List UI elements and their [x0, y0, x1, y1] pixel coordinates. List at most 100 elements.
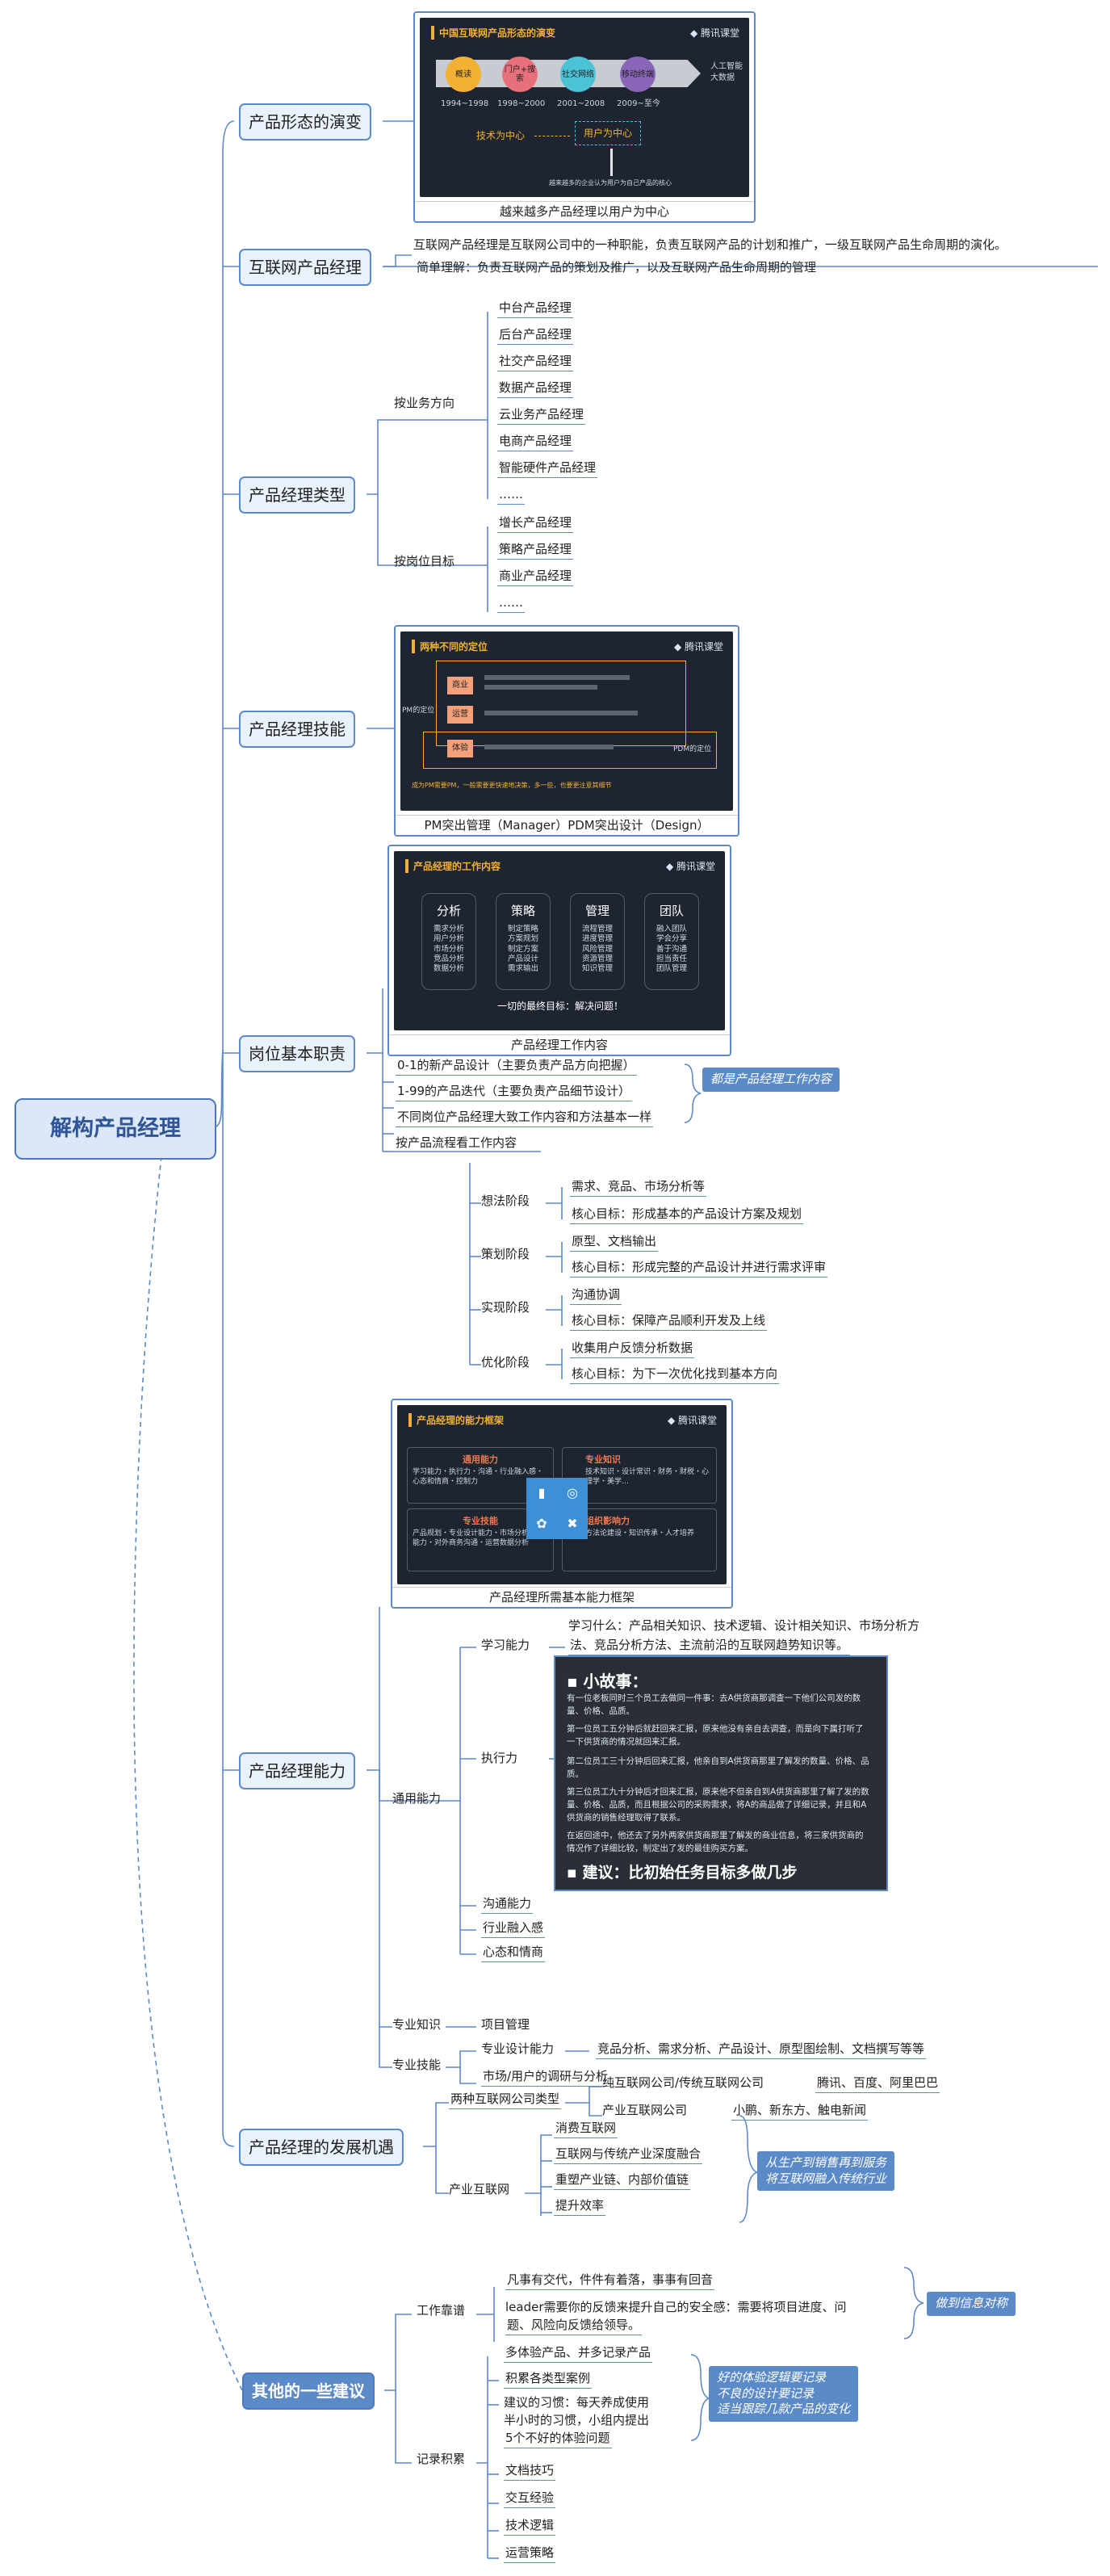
- branch-product-evolution[interactable]: 产品形态的演变: [239, 103, 371, 141]
- industry[interactable]: 行业融入感: [481, 1920, 546, 1938]
- type-item[interactable]: ……: [497, 595, 525, 613]
- duty-goal: 一切的最终目标：解决问题！: [497, 1001, 624, 1012]
- type-item[interactable]: 后台产品经理: [497, 327, 574, 345]
- industrial-company[interactable]: 产业互联网公司: [602, 2103, 687, 2118]
- learning-desc[interactable]: 学习什么：产品相关知识、技术逻辑、设计相关知识、市场分析方: [568, 1618, 919, 1634]
- branch-duties[interactable]: 岗位基本职责: [239, 1035, 355, 1072]
- stage-detail[interactable]: 收集用户反馈分析数据: [570, 1340, 695, 1358]
- opportunity-item[interactable]: 消费互联网: [554, 2121, 618, 2138]
- learning-ability[interactable]: 学习能力: [481, 1638, 530, 1653]
- execution-ability[interactable]: 执行力: [481, 1751, 517, 1766]
- opportunity-item[interactable]: 互联网与传统产业深度融合: [554, 2146, 703, 2164]
- pdm-label: PDM的定位: [673, 745, 712, 753]
- by-goal[interactable]: 按岗位目标: [394, 554, 454, 569]
- tech-center-label: 技术为中心: [476, 130, 526, 141]
- iteration[interactable]: 1-99的产品迭代（主要负责产品细节设计）: [396, 1084, 633, 1101]
- record-item[interactable]: 交互经验: [504, 2490, 556, 2508]
- record-item[interactable]: 积累各类型案例: [504, 2371, 593, 2389]
- opportunity-item[interactable]: 重塑产业链、内部价值链: [554, 2172, 691, 2190]
- industrial-examples[interactable]: 小鹏、新东方、触电新闻: [731, 2103, 869, 2121]
- design-ability[interactable]: 专业设计能力: [481, 2041, 554, 2057]
- stage-name[interactable]: 实现阶段: [481, 1300, 530, 1315]
- different-roles[interactable]: 不同岗位产品经理大致工作内容和方法基本一样: [396, 1110, 654, 1127]
- duties-callout[interactable]: 都是产品经理工作内容: [702, 1068, 840, 1092]
- evolution-image: 中国互联网产品形态的演变 ◆ 腾讯课堂 概读 门户+搜索 社交网络 移动终端 1…: [413, 11, 756, 223]
- user-center-label: 用户为中心: [575, 121, 642, 146]
- slide-title: 中国互联网产品形态的演变: [431, 26, 555, 40]
- branch-internet-pm[interactable]: 互联网产品经理: [239, 249, 371, 286]
- stage-detail[interactable]: 沟通协调: [570, 1287, 622, 1305]
- pure-internet[interactable]: 纯互联网公司/传统互联网公司: [602, 2075, 764, 2091]
- branch-abilities[interactable]: 产品经理能力: [239, 1752, 355, 1789]
- type-item[interactable]: 增长产品经理: [497, 515, 574, 533]
- duty-card: 策略 制定策略 方案规划 制定方案 产品设计 需求输出: [496, 893, 551, 990]
- year-label: 2001~2008: [557, 99, 605, 108]
- record-item[interactable]: 建议的习惯：每天养成使用: [504, 2395, 649, 2410]
- type-item[interactable]: 中台产品经理: [497, 300, 574, 318]
- row-label: 体验: [447, 740, 473, 757]
- brand-logo: ◆ 腾讯课堂: [689, 27, 739, 39]
- bottom-note: 越来越多的企业认为用户为自己产品的核心: [549, 179, 672, 187]
- chart-icon: ▮: [538, 1485, 546, 1500]
- mindset[interactable]: 心态和情商: [481, 1945, 546, 1962]
- stage-detail[interactable]: 需求、竞品、市场分析等: [570, 1179, 707, 1197]
- stage-name[interactable]: 优化阶段: [481, 1355, 530, 1370]
- type-item[interactable]: 云业务产品经理: [497, 407, 586, 425]
- opportunity-item[interactable]: 提升效率: [554, 2198, 606, 2216]
- stage-detail[interactable]: 原型、文档输出: [570, 1234, 659, 1252]
- duty-card: 分析 需求分析 用户分析 市场分析 竞品分析 数据分析: [421, 893, 476, 990]
- pro-skills[interactable]: 专业技能: [392, 2058, 441, 2073]
- two-types[interactable]: 两种互联网公司类型: [449, 2091, 562, 2109]
- type-item[interactable]: 数据产品经理: [497, 380, 574, 398]
- record-item[interactable]: 半小时的习惯，小组内提出: [504, 2413, 649, 2428]
- record-item[interactable]: 5个不好的体验问题: [504, 2431, 612, 2448]
- work-reliable[interactable]: 工作靠谱: [417, 2303, 465, 2318]
- stage-name[interactable]: 想法阶段: [481, 1194, 530, 1209]
- skills-image: 两种不同的定位 ◆ 腾讯课堂 商业 运营 体验 PM的定位 PDM的定位 成为P…: [394, 625, 739, 837]
- branch-pm-skills[interactable]: 产品经理技能: [239, 711, 355, 748]
- work-callout[interactable]: 做到信息对称: [927, 2292, 1016, 2316]
- record-item[interactable]: 多体验产品、并多记录产品: [504, 2345, 653, 2363]
- by-business[interactable]: 按业务方向: [394, 396, 454, 411]
- pm-definition[interactable]: 互联网产品经理是互联网公司中的一种职能，负责互联网产品的计划和推广，一级互联网产…: [413, 237, 1007, 253]
- market-research[interactable]: 市场/用户的调研与分析: [481, 2069, 610, 2087]
- record-accumulate[interactable]: 记录积累: [417, 2452, 465, 2467]
- stage-goal[interactable]: 核心目标：保障产品顺利开发及上线: [570, 1313, 768, 1331]
- by-process[interactable]: 按产品流程看工作内容: [396, 1135, 517, 1151]
- project-management[interactable]: 项目管理: [481, 2017, 530, 2033]
- stage-name[interactable]: 策划阶段: [481, 1247, 530, 1262]
- learning-desc[interactable]: 法、竞品分析方法、主流前沿的互联网趋势知识等。: [568, 1638, 851, 1655]
- industrial-internet[interactable]: 产业互联网: [449, 2182, 509, 2197]
- type-item[interactable]: 商业产品经理: [497, 568, 574, 586]
- general-ability[interactable]: 通用能力: [392, 1791, 441, 1806]
- type-item[interactable]: 电商产品经理: [497, 434, 574, 451]
- branch-advice[interactable]: 其他的一些建议: [242, 2373, 375, 2410]
- stage-circle: 移动终端: [620, 57, 656, 92]
- stage-goal[interactable]: 核心目标：形成基本的产品设计方案及规划: [570, 1206, 804, 1224]
- opportunity-callout[interactable]: 从生产到销售再到服务 将互联网融入传统行业: [757, 2151, 895, 2191]
- record-callout[interactable]: 好的体验逻辑要记录 不良的设计要记录 适当跟踪几款产品的变化: [709, 2366, 859, 2422]
- type-item[interactable]: 策略产品经理: [497, 542, 574, 560]
- design-desc[interactable]: 竞品分析、需求分析、产品设计、原型图绘制、文档撰写等等: [596, 2041, 927, 2059]
- root-node[interactable]: 解构产品经理: [15, 1098, 216, 1160]
- new-design[interactable]: 0-1的新产品设计（主要负责产品方向把握）: [396, 1058, 637, 1076]
- record-item[interactable]: 技术逻辑: [504, 2518, 556, 2536]
- work-item[interactable]: 题、风险向反馈给领导。: [505, 2318, 643, 2335]
- branch-pm-types[interactable]: 产品经理类型: [239, 476, 355, 514]
- branch-opportunities[interactable]: 产品经理的发展机遇: [239, 2129, 404, 2166]
- record-item[interactable]: 运营策略: [504, 2545, 556, 2563]
- pm-simple[interactable]: 简单理解：负责互联网产品的策划及推广，以及互联网产品生命周期的管理: [417, 260, 816, 275]
- work-item[interactable]: leader需要你的反馈来提升自己的安全感：需要将项目进度、问: [505, 2300, 847, 2315]
- type-item[interactable]: 智能硬件产品经理: [497, 460, 598, 478]
- pure-examples[interactable]: 腾讯、百度、阿里巴巴: [815, 2075, 940, 2093]
- record-item[interactable]: 文档技巧: [504, 2463, 556, 2481]
- row-label: 商业: [447, 677, 473, 694]
- knowledge[interactable]: 专业知识: [392, 2017, 441, 2033]
- brand-logo: ◆ 腾讯课堂: [667, 1415, 717, 1426]
- type-item[interactable]: ……: [497, 487, 525, 505]
- stage-goal[interactable]: 核心目标：形成完整的产品设计并进行需求评审: [570, 1260, 828, 1278]
- communication[interactable]: 沟通能力: [481, 1896, 534, 1914]
- work-item[interactable]: 凡事有交代，件件有着落，事事有回音: [505, 2272, 715, 2290]
- stage-goal[interactable]: 核心目标：为下一次优化找到基本方向: [570, 1366, 780, 1384]
- type-item[interactable]: 社交产品经理: [497, 354, 574, 371]
